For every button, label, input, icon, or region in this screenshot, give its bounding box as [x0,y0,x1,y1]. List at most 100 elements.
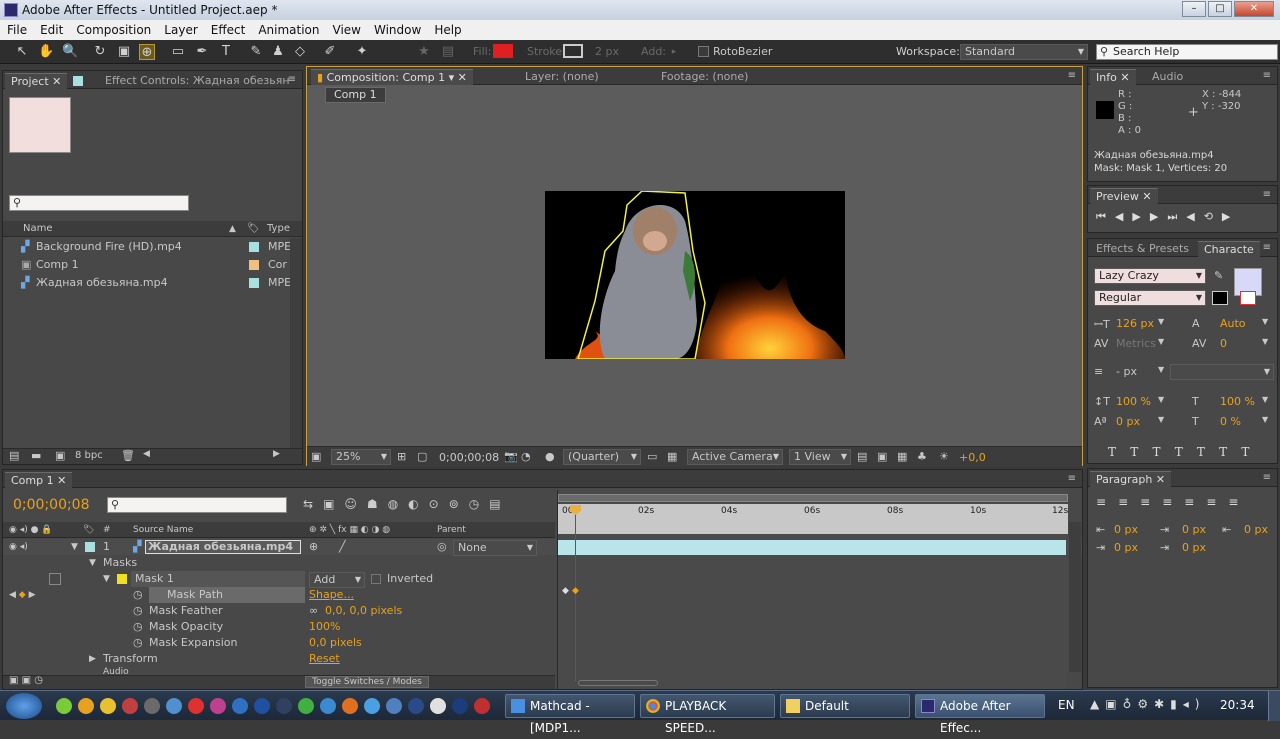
previous-frame-icon[interactable]: ◀ [1115,210,1132,223]
faux-bold-icon[interactable]: T [1108,445,1130,459]
stopwatch-icon[interactable]: ◷ [133,603,143,619]
parent-pickwhip-icon[interactable]: ◎ [437,539,447,555]
align-right-icon[interactable]: ≡ [1140,495,1162,509]
quicklaunch-icon[interactable] [232,698,248,714]
motion-blur-icon[interactable]: ◍ [388,497,408,511]
expand-transform-icon[interactable]: ▶ [89,651,96,667]
flowchart-icon[interactable]: ♣ [917,450,927,463]
quicklaunch-icon[interactable] [474,698,490,714]
audio-icon[interactable]: ◀ [1186,210,1203,223]
justify-left-icon[interactable]: ≡ [1162,495,1184,509]
font-size-dropdown-icon[interactable]: ▼ [1158,317,1164,326]
timeline-scrollbar[interactable] [1069,522,1081,672]
menu-help[interactable]: Help [427,20,467,40]
pan-behind-tool-icon[interactable]: ⊕ [139,44,155,60]
leading-value[interactable]: Auto [1220,317,1246,330]
toggle-pixel-aspect-icon[interactable]: ▤ [857,450,867,463]
quicklaunch-icon[interactable] [386,698,402,714]
quicklaunch-icon[interactable] [166,698,182,714]
last-frame-icon[interactable]: ⏭ [1167,210,1186,223]
project-scrollbar[interactable] [290,238,302,448]
mask-expansion-value[interactable]: 0,0 pixels [309,635,362,651]
brush-tool-icon[interactable]: ✎ [248,44,264,60]
indent-first-value[interactable]: 0 px [1244,523,1268,536]
justify-all-icon[interactable]: ≡ [1228,495,1250,509]
quicklaunch-icon[interactable] [56,698,72,714]
visibility-icon[interactable]: ◉ ◂) [9,539,28,555]
collapse-switch-icon[interactable]: ╱ [339,539,346,555]
draft-3d-icon[interactable]: ▣ [323,497,344,511]
all-caps-icon[interactable]: TT [1152,445,1196,459]
region-of-interest-icon[interactable]: ▭ [647,450,657,463]
camera-view-select[interactable]: Active Camera ▼ [687,449,783,465]
project-search-input[interactable]: ⚲ [9,195,189,211]
transform-reset-link[interactable]: Reset [309,651,340,667]
expand-panes-icon[interactable]: ▣ ▣ ◷ [9,675,43,686]
panel-menu-icon[interactable]: ≡ [1068,473,1076,484]
composition-mini-flowchart-icon[interactable]: ⇆ [303,497,323,511]
tab-paragraph[interactable]: Paragraph ✕ [1090,471,1172,487]
tab-audio[interactable]: Audio [1146,69,1189,85]
puppet-pin-tool-icon[interactable]: ✦ [354,44,370,60]
always-preview-icon[interactable]: ▣ [311,450,321,463]
quicklaunch-icon[interactable] [276,698,292,714]
current-time-display[interactable]: 0;00;00;08 [439,451,499,464]
auto-keyframe-icon[interactable]: ⊙ [429,497,449,511]
name-column-header[interactable]: Name [23,221,53,237]
zoom-slider[interactable] [578,680,658,686]
stroke-width-value[interactable]: 2 px [595,45,619,58]
parent-column-header[interactable]: Parent [437,522,466,538]
composition-viewer-frame[interactable] [545,191,845,359]
taskbar-mathcad[interactable]: Mathcad - [MDP1... [505,694,635,735]
panel-menu-icon[interactable]: ≡ [1263,189,1271,200]
scroll-left-icon[interactable]: ◀ [143,449,150,459]
graph-editor-icon[interactable]: ⊚ [449,497,469,511]
language-indicator[interactable]: EN [1058,698,1075,712]
font-size-value[interactable]: 126 px [1116,317,1154,330]
pen-tool-icon[interactable]: ✒ [194,44,210,60]
interpret-footage-icon[interactable]: ▤ [9,449,19,462]
indent-right-value[interactable]: 0 px [1182,523,1206,536]
panel-menu-icon[interactable]: ≡ [1068,70,1076,81]
layer-name[interactable]: Жадная обезьяна.mp4 [145,540,301,554]
quicklaunch-icon[interactable] [298,698,314,714]
superscript-icon[interactable]: T [1219,445,1241,459]
minimize-button[interactable]: – [1182,1,1206,17]
panel-menu-icon[interactable]: ≡ [1263,242,1271,253]
tab-project[interactable]: Project ✕ [5,73,68,89]
subscript-icon[interactable]: T [1241,445,1263,459]
view-layout-select[interactable]: 1 View ▼ [789,449,851,465]
roto-brush-tool-icon[interactable]: ✐ [322,44,338,60]
eraser-tool-icon[interactable]: ◇ [292,44,308,60]
quicklaunch-icon[interactable] [100,698,116,714]
align-center-icon[interactable]: ≡ [1118,495,1140,509]
vertical-scale-dropdown-icon[interactable]: ▼ [1158,395,1164,404]
tab-timeline-comp[interactable]: Comp 1 ✕ [5,472,73,488]
stroke-width-value[interactable]: - px [1116,365,1137,378]
justify-center-icon[interactable]: ≡ [1184,495,1206,509]
film-icon[interactable]: ▤ [489,497,510,511]
tab-character[interactable]: Characte [1198,241,1260,257]
menu-composition[interactable]: Composition [69,20,157,40]
maximize-button[interactable]: □ [1208,1,1232,17]
quicklaunch-icon[interactable] [320,698,336,714]
expand-masks-icon[interactable]: ▼ [89,555,96,571]
menu-layer[interactable]: Layer [157,20,203,40]
toggle-switches-modes-button[interactable]: Toggle Switches / Modes [305,676,429,688]
vertical-scale-value[interactable]: 100 % [1116,395,1151,408]
tab-layer[interactable]: Layer: (none) [519,69,605,85]
tray-icons[interactable]: ▲▣♁⚙✱▮◂) [1090,697,1205,711]
loop-icon[interactable]: ⟲ [1204,210,1222,223]
stroke-order-select[interactable]: ▼ [1170,364,1274,380]
expand-mask-icon[interactable]: ▼ [103,571,110,587]
black-swatch[interactable] [1212,291,1228,305]
taskbar-chrome[interactable]: PLAYBACK SPEED... [640,694,775,735]
mask-opacity-value[interactable]: 100% [309,619,340,635]
menu-edit[interactable]: Edit [33,20,69,40]
tsume-value[interactable]: 0 % [1220,415,1241,428]
justify-right-icon[interactable]: ≡ [1206,495,1228,509]
panel-menu-icon[interactable]: ≡ [1263,472,1271,483]
clock[interactable]: 20:34 [1220,698,1255,712]
stroke-color-swatch[interactable] [1240,291,1256,305]
clone-stamp-tool-icon[interactable]: ♟ [270,44,286,60]
